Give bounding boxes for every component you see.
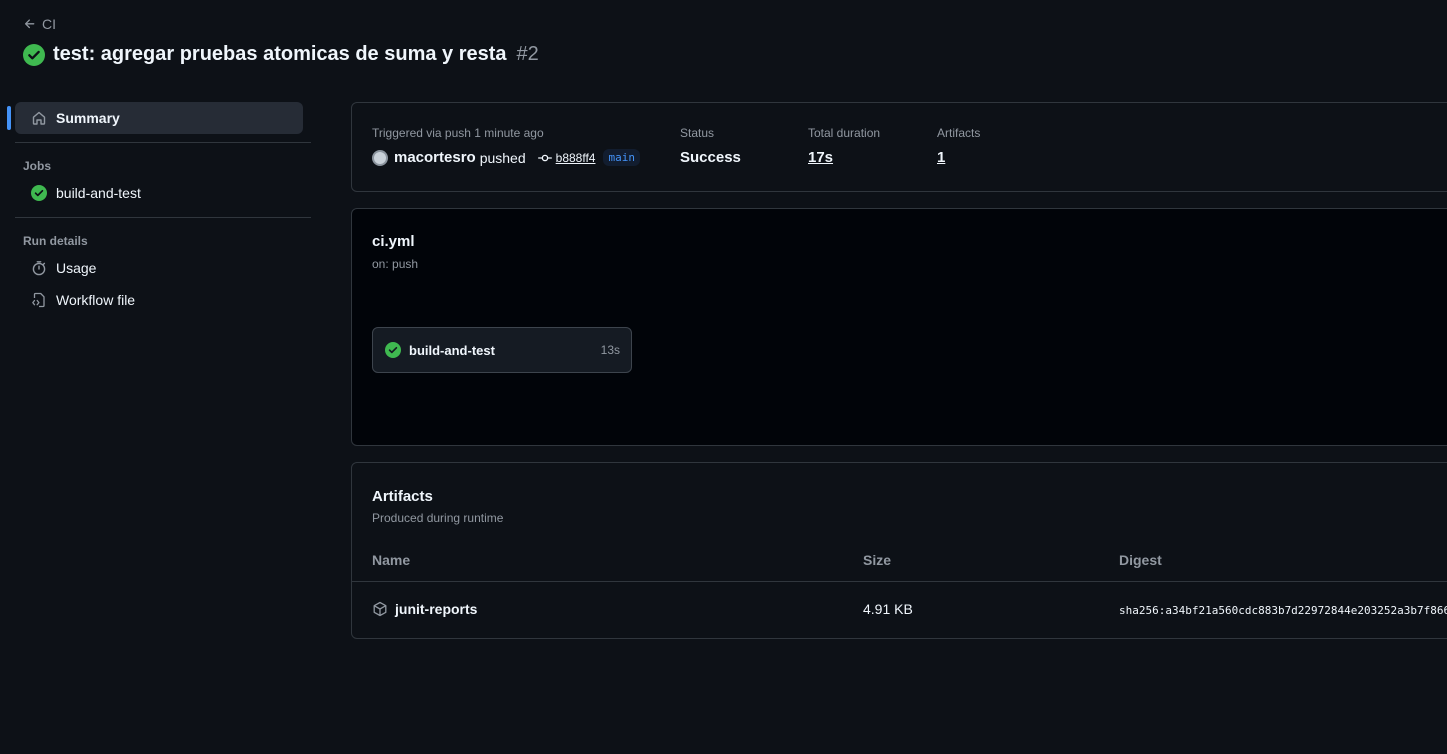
back-link[interactable]: CI bbox=[23, 16, 56, 32]
sidebar-item-usage[interactable]: Usage bbox=[15, 252, 303, 284]
status-label: Status bbox=[680, 126, 715, 140]
back-link-label: CI bbox=[42, 16, 56, 32]
check-circle-icon bbox=[385, 342, 401, 358]
duration-info: Total duration 17s bbox=[808, 126, 880, 166]
git-commit-icon bbox=[537, 151, 552, 165]
sidebar-item-workflow-file[interactable]: Workflow file bbox=[15, 284, 303, 316]
sidebar-item-summary[interactable]: Summary bbox=[7, 102, 303, 134]
action-text: pushed bbox=[479, 149, 526, 166]
push-details: macortesro pushed b888ff4 main bbox=[372, 149, 640, 166]
artifact-link[interactable]: junit-reports bbox=[395, 601, 477, 617]
job-name: build-and-test bbox=[409, 342, 495, 358]
sidebar-item-label: Summary bbox=[56, 110, 120, 126]
artifacts-title: Artifacts bbox=[372, 488, 433, 505]
job-duration: 13s bbox=[600, 343, 620, 357]
duration-link[interactable]: 17s bbox=[808, 149, 833, 166]
artifacts-count-link[interactable]: 1 bbox=[937, 149, 945, 166]
status-info: Status Success bbox=[680, 126, 741, 166]
workflow-graph-panel: ci.yml on: push build-and-test 13s bbox=[351, 208, 1447, 446]
check-circle-icon bbox=[31, 185, 47, 201]
branch-badge[interactable]: main bbox=[603, 149, 640, 166]
file-code-icon bbox=[31, 292, 47, 308]
duration-label: Total duration bbox=[808, 126, 881, 140]
home-icon bbox=[31, 110, 47, 126]
job-card-build-and-test[interactable]: build-and-test 13s bbox=[372, 327, 632, 373]
sidebar-item-label: Usage bbox=[56, 260, 97, 276]
sidebar-item-label: build-and-test bbox=[56, 185, 141, 201]
table-row: junit-reports 4.91 KB sha256:a34bf21a560… bbox=[352, 582, 1447, 638]
package-icon bbox=[372, 601, 388, 617]
trigger-info: Triggered via push 1 minute ago macortes… bbox=[372, 126, 640, 166]
run-title: test: agregar pruebas atomicas de suma y… bbox=[53, 43, 507, 65]
artifacts-panel: Artifacts Produced during runtime Name S… bbox=[351, 462, 1447, 639]
sidebar: Summary Jobs build-and-test Run details … bbox=[7, 102, 311, 316]
column-header-name: Name bbox=[372, 552, 411, 568]
active-indicator bbox=[7, 106, 11, 130]
artifact-size: 4.91 KB bbox=[863, 601, 913, 617]
workflow-name: ci.yml bbox=[372, 233, 415, 250]
avatar[interactable] bbox=[372, 149, 388, 166]
page-title: test: agregar pruebas atomicas de suma y… bbox=[23, 43, 539, 66]
sidebar-item-build-and-test[interactable]: build-and-test bbox=[15, 177, 303, 209]
trigger-label: Triggered via push 1 minute ago bbox=[372, 126, 544, 140]
artifacts-subtitle: Produced during runtime bbox=[372, 511, 504, 525]
check-circle-icon bbox=[23, 43, 45, 66]
user-link[interactable]: macortesro bbox=[394, 149, 476, 166]
workflow-trigger: on: push bbox=[372, 257, 419, 271]
divider bbox=[15, 217, 311, 218]
run-details-heading: Run details bbox=[23, 234, 88, 248]
status-value: Success bbox=[680, 149, 741, 166]
artifacts-info: Artifacts 1 bbox=[937, 126, 980, 166]
run-number: #2 bbox=[516, 43, 539, 65]
divider bbox=[15, 142, 311, 143]
sidebar-item-label: Workflow file bbox=[56, 292, 136, 308]
commit-link[interactable]: b888ff4 bbox=[556, 151, 596, 165]
jobs-heading: Jobs bbox=[23, 159, 52, 173]
arrow-left-icon bbox=[23, 17, 37, 31]
column-header-digest: Digest bbox=[1119, 552, 1162, 568]
run-summary-panel: Triggered via push 1 minute ago macortes… bbox=[351, 102, 1447, 192]
artifact-digest: sha256:a34bf21a560cdc883b7d22972844e2032… bbox=[1119, 604, 1447, 617]
column-header-size: Size bbox=[863, 552, 892, 568]
artifact-name-cell: junit-reports bbox=[372, 601, 477, 617]
stopwatch-icon bbox=[31, 260, 47, 276]
artifacts-label: Artifacts bbox=[937, 126, 981, 140]
